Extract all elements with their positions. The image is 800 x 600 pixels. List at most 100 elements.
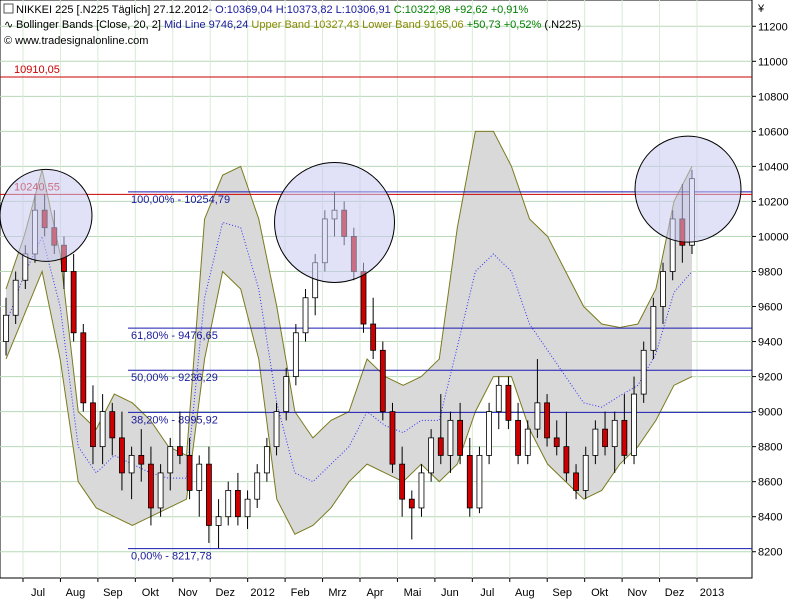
candle-body xyxy=(215,516,222,526)
candle-body xyxy=(563,446,570,474)
y-tick-label: 8400 xyxy=(758,512,782,524)
candle-body xyxy=(660,271,666,307)
candle-body xyxy=(573,472,579,491)
candle-body xyxy=(399,463,406,500)
candle-body xyxy=(466,454,473,509)
y-tick-label: 10800 xyxy=(758,91,789,103)
fibonacci-label: 38,20% - 8995,92 xyxy=(131,414,218,426)
y-tick-label: 8200 xyxy=(758,547,782,559)
x-tick-label: Dez xyxy=(665,587,685,599)
x-tick-label: Mrz xyxy=(328,587,346,599)
indicator-icon: ∿ xyxy=(4,19,13,31)
candle-body xyxy=(80,332,87,404)
candle-body xyxy=(302,297,309,334)
y-tick-label: 11200 xyxy=(758,21,788,33)
x-tick-label: Okt xyxy=(142,587,159,599)
svg-text:NIKKEI 225 [.N225 Täglich] 27: NIKKEI 225 [.N225 Täglich] 27.12.2012- O… xyxy=(16,4,529,16)
collapse-box-icon[interactable] xyxy=(3,3,14,14)
candle-body xyxy=(631,393,637,456)
x-tick-label: Nov xyxy=(627,587,647,599)
x-tick-label: Mai xyxy=(404,587,422,599)
candle-body xyxy=(109,411,116,439)
indicator-symbol: (.N225) xyxy=(541,19,581,31)
candle-body xyxy=(128,454,135,474)
nikkei-chart[interactable]: 10910,0510240,55100,00% - 10254,7961,80%… xyxy=(0,0,800,600)
candle-body xyxy=(138,454,145,465)
indicator-bands: Upper Band 10327,43 Lower Band 9165,06 xyxy=(248,19,463,31)
candle-body xyxy=(457,419,464,456)
candle-body xyxy=(12,279,19,316)
highlight-circle xyxy=(274,161,396,283)
candle-body xyxy=(206,463,212,526)
indicator-name: Bollinger Bands [Close, 20, 2] xyxy=(16,19,161,31)
x-tick-label: Sep xyxy=(103,587,123,599)
candle-body xyxy=(70,271,77,334)
y-tick-label: 10400 xyxy=(758,161,789,173)
copyright-text: © www.tradesignalonline.com xyxy=(4,35,148,47)
x-tick-label: Apr xyxy=(366,587,383,599)
candle-body xyxy=(650,306,657,351)
y-tick-label: 10600 xyxy=(758,126,789,138)
candle-body xyxy=(621,419,628,456)
x-tick-label: Aug xyxy=(66,587,86,599)
indicator-mid: Mid Line 9746,24 xyxy=(161,19,248,31)
candle-body xyxy=(3,314,9,342)
x-tick-label: Okt xyxy=(591,587,608,599)
candle-body xyxy=(379,349,386,413)
x-tick-label: 2013 xyxy=(700,587,724,599)
candle-body xyxy=(437,437,444,456)
candle-body xyxy=(592,428,599,456)
candle-body xyxy=(370,323,377,351)
candle-body xyxy=(515,419,521,456)
fibonacci-label: 100,00% - 10254,79 xyxy=(131,194,230,206)
candle-body xyxy=(360,271,367,325)
candle-body xyxy=(602,428,608,448)
highlight-circle xyxy=(0,168,93,262)
candle-body xyxy=(524,428,531,456)
header-name: NIKKEI 225 [.N225 Täglich] 27.12.2012 xyxy=(16,4,208,16)
candle-body xyxy=(22,253,29,281)
header-close: C:10322,98 +92,62 +0,91% xyxy=(394,4,529,16)
candle-body xyxy=(148,463,154,509)
header-ohlc: - O:10369,04 H:10373,82 L:10306,91 xyxy=(208,4,393,16)
x-tick-label: Feb xyxy=(291,587,310,599)
candle-body xyxy=(292,332,299,377)
candle-body xyxy=(505,384,512,421)
indicator-change: +50,73 +0,52% xyxy=(464,19,542,31)
x-tick-label: Aug xyxy=(515,587,535,599)
y-tick-label: 11000 xyxy=(758,56,788,68)
candle-body xyxy=(234,490,241,518)
candle-body xyxy=(167,446,174,474)
candle-body xyxy=(476,454,483,509)
candle-body xyxy=(273,411,280,448)
candle-body xyxy=(90,402,96,448)
candle-body xyxy=(177,446,183,456)
candle-body xyxy=(495,384,502,413)
candle-body xyxy=(196,463,203,491)
svg-text:Bollinger Bands [Close, 20, 2]: Bollinger Bands [Close, 20, 2] Mid Line … xyxy=(16,19,581,31)
y-tick-label: 8600 xyxy=(758,477,782,489)
x-tick-label: Jul xyxy=(480,587,494,599)
candle-body xyxy=(244,498,251,518)
x-tick-label: 2012 xyxy=(250,587,274,599)
y-tick-label: 9200 xyxy=(758,372,782,384)
candle-body xyxy=(157,472,164,509)
candle-body xyxy=(389,411,396,465)
x-tick-label: Dez xyxy=(215,587,235,599)
fibonacci-label: 61,80% - 9476,65 xyxy=(131,330,218,342)
candle-body xyxy=(283,376,290,413)
candle-body xyxy=(254,472,261,500)
y-tick-label: 9600 xyxy=(758,302,782,314)
x-tick-label: Jun xyxy=(441,587,459,599)
candle-body xyxy=(553,437,560,448)
candle-body xyxy=(99,411,106,448)
y-tick-label: 10200 xyxy=(758,196,789,208)
candle-body xyxy=(186,454,193,491)
candle-body xyxy=(611,419,618,448)
resistance-label: 10910,05 xyxy=(14,64,60,76)
candle-body xyxy=(640,349,647,395)
x-tick-label: Jul xyxy=(31,587,45,599)
y-tick-label: 9400 xyxy=(758,337,782,349)
candle-body xyxy=(582,454,589,491)
y-tick-label: 10000 xyxy=(758,231,789,243)
